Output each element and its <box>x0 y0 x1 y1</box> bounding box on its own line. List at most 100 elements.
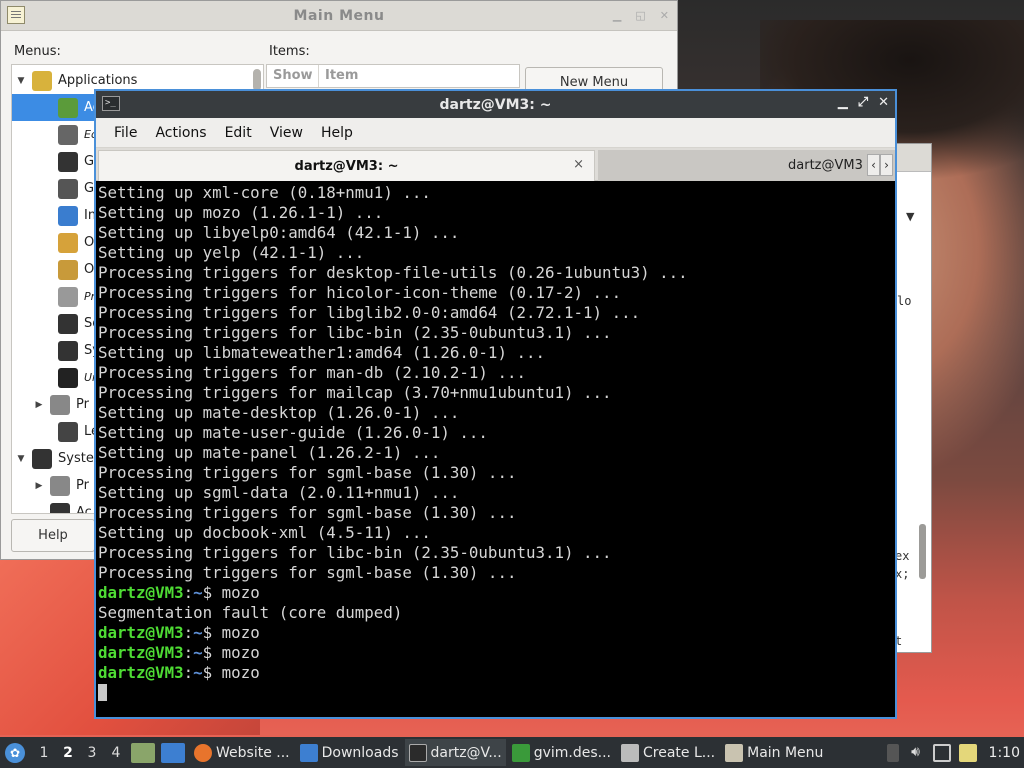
tree-item[interactable]: Ga <box>12 148 102 175</box>
tree-item[interactable]: ▶ Pr <box>12 472 89 499</box>
terminal-output[interactable]: Setting up xml-core (0.18+nmu1) ... Setti… <box>96 182 895 717</box>
administration-icon <box>50 502 70 513</box>
tree-item[interactable]: ▶ Pr <box>12 391 89 418</box>
terminal-line: Processing triggers for sgml-base (1.30)… <box>98 503 517 522</box>
taskbar-task[interactable]: Create L... <box>617 739 719 766</box>
items-label: Items: <box>269 44 310 59</box>
terminal-window: >_ dartz@VM3: ~ ▁ ⤢ ✕ File Actions Edit … <box>94 89 897 719</box>
terminal-app-icon: >_ <box>102 96 120 111</box>
workspace-2[interactable]: 2 <box>56 745 80 761</box>
tree-item[interactable]: Int <box>12 202 101 229</box>
menu-edit[interactable]: Edit <box>216 125 261 141</box>
background-window-scrollbar[interactable] <box>919 524 926 579</box>
tree-item[interactable]: Ac <box>12 499 92 514</box>
terminal-line: Setting up mate-panel (1.26.2-1) ... <box>98 443 441 462</box>
text-fragment: ex <box>895 549 910 563</box>
terminal-line: Setting up mozo (1.26.1-1) ... <box>98 203 384 222</box>
folder-icon <box>299 743 318 762</box>
close-icon[interactable]: ✕ <box>878 95 889 110</box>
tab-inactive[interactable]: dartz@VM3 ‹ › <box>598 150 895 181</box>
battery-icon[interactable] <box>886 743 899 762</box>
clock[interactable]: 1:10 <box>989 745 1020 761</box>
tree-scrollbar[interactable] <box>253 69 261 91</box>
tree-item[interactable]: Ed <box>12 121 98 148</box>
terminal-line: Processing triggers for desktop-file-uti… <box>98 263 688 282</box>
show-desktop-icon[interactable] <box>131 742 155 763</box>
taskbar-task[interactable]: Website ... <box>190 739 294 766</box>
menu-actions[interactable]: Actions <box>146 125 215 141</box>
column-item[interactable]: Item <box>319 65 519 87</box>
main-menu-titlebar[interactable]: Main Menu ▁ ◱ ✕ <box>1 1 677 31</box>
expander-down-icon[interactable]: ▼ <box>16 454 26 464</box>
tree-item-label: Ac <box>76 505 92 514</box>
tree-item[interactable]: Un <box>12 364 99 391</box>
minimize-icon[interactable]: ▁ <box>613 9 621 22</box>
file-manager-launcher-icon[interactable] <box>161 742 185 763</box>
expander-right-icon[interactable]: ▶ <box>34 481 44 491</box>
items-table-header: Show Item <box>266 64 520 88</box>
maximize-icon[interactable]: ⤢ <box>858 95 868 110</box>
expander-right-icon[interactable]: ▶ <box>34 400 44 410</box>
dropdown-arrow-icon[interactable]: ▼ <box>906 210 914 223</box>
text-fragment: lo <box>897 294 912 308</box>
volume-icon[interactable]: 🔊︎ <box>907 744 925 762</box>
workspace-4[interactable]: 4 <box>104 745 128 761</box>
background-window-titlebar[interactable] <box>893 144 931 172</box>
tab-active[interactable]: dartz@VM3: ~ × <box>98 150 595 181</box>
terminal-line: Processing triggers for hicolor-icon-the… <box>98 283 622 302</box>
tree-item[interactable]: Sy <box>12 337 100 364</box>
taskbar-task[interactable]: gvim.des... <box>508 739 615 766</box>
logout-icon <box>58 421 78 442</box>
terminal-line: Segmentation fault (core dumped) <box>98 603 403 622</box>
terminal-line: Setting up libyelp0:amd64 (42.1-1) ... <box>98 223 460 242</box>
prompt-sep: : <box>183 583 194 602</box>
tree-item[interactable]: Le <box>12 418 99 445</box>
maximize-icon[interactable]: ◱ <box>635 9 645 22</box>
expander-down-icon[interactable]: ▼ <box>16 76 26 86</box>
menu-view[interactable]: View <box>261 125 312 141</box>
tree-item[interactable]: Of <box>12 229 99 256</box>
close-icon[interactable]: ✕ <box>660 9 669 22</box>
taskbar-task[interactable]: Main Menu <box>721 739 827 766</box>
prompt-sep: : <box>183 663 194 682</box>
system-icon <box>32 448 52 469</box>
tree-item[interactable]: Pro <box>12 283 102 310</box>
start-menu-button[interactable]: ✿ <box>0 737 30 768</box>
terminal-menubar: File Actions Edit View Help <box>96 118 895 148</box>
prompt-sigil: $ <box>202 583 222 602</box>
preferences-icon <box>50 475 70 496</box>
prompt-path: ~ <box>193 663 203 682</box>
taskbar-task[interactable]: dartz@V... <box>404 739 506 766</box>
tree-item[interactable]: So <box>12 310 100 337</box>
menu-help[interactable]: Help <box>312 125 362 141</box>
help-button[interactable]: Help <box>11 519 95 552</box>
terminal-line: Setting up yelp (42.1-1) ... <box>98 243 365 262</box>
tree-item[interactable]: Ot <box>12 256 99 283</box>
clipboard-icon[interactable] <box>958 743 977 762</box>
prompt-sigil: $ <box>202 643 222 662</box>
column-show[interactable]: Show <box>267 65 319 87</box>
tree-item[interactable]: Gr <box>12 175 99 202</box>
terminal-titlebar[interactable]: >_ dartz@VM3: ~ ▁ ⤢ ✕ <box>96 91 895 118</box>
main-menu-app-icon <box>7 6 25 24</box>
programming-icon <box>58 286 78 307</box>
chevron-left-icon[interactable]: ‹ <box>867 154 880 176</box>
minimize-icon[interactable]: ▁ <box>838 95 848 110</box>
menus-label: Menus: <box>14 44 61 59</box>
accessories-icon <box>58 97 78 118</box>
tree-item[interactable]: ▼ Syste <box>12 445 94 472</box>
taskbar-task[interactable]: Downloads <box>296 739 403 766</box>
workspace-1[interactable]: 1 <box>32 745 56 761</box>
task-list: Website ... Downloads dartz@V... gvim.des..… <box>188 739 827 766</box>
taskbar-task-label: gvim.des... <box>533 744 611 761</box>
sound-video-icon <box>58 313 78 334</box>
menu-file[interactable]: File <box>105 125 146 141</box>
prompt-path: ~ <box>193 583 203 602</box>
display-icon[interactable] <box>932 743 951 762</box>
tab-close-icon[interactable]: × <box>573 157 584 172</box>
chevron-right-icon[interactable]: › <box>880 154 893 176</box>
taskbar-task-label: Main Menu <box>747 744 824 761</box>
command-text: mozo <box>221 623 260 642</box>
cursor-line <box>98 683 895 703</box>
workspace-3[interactable]: 3 <box>80 745 104 761</box>
